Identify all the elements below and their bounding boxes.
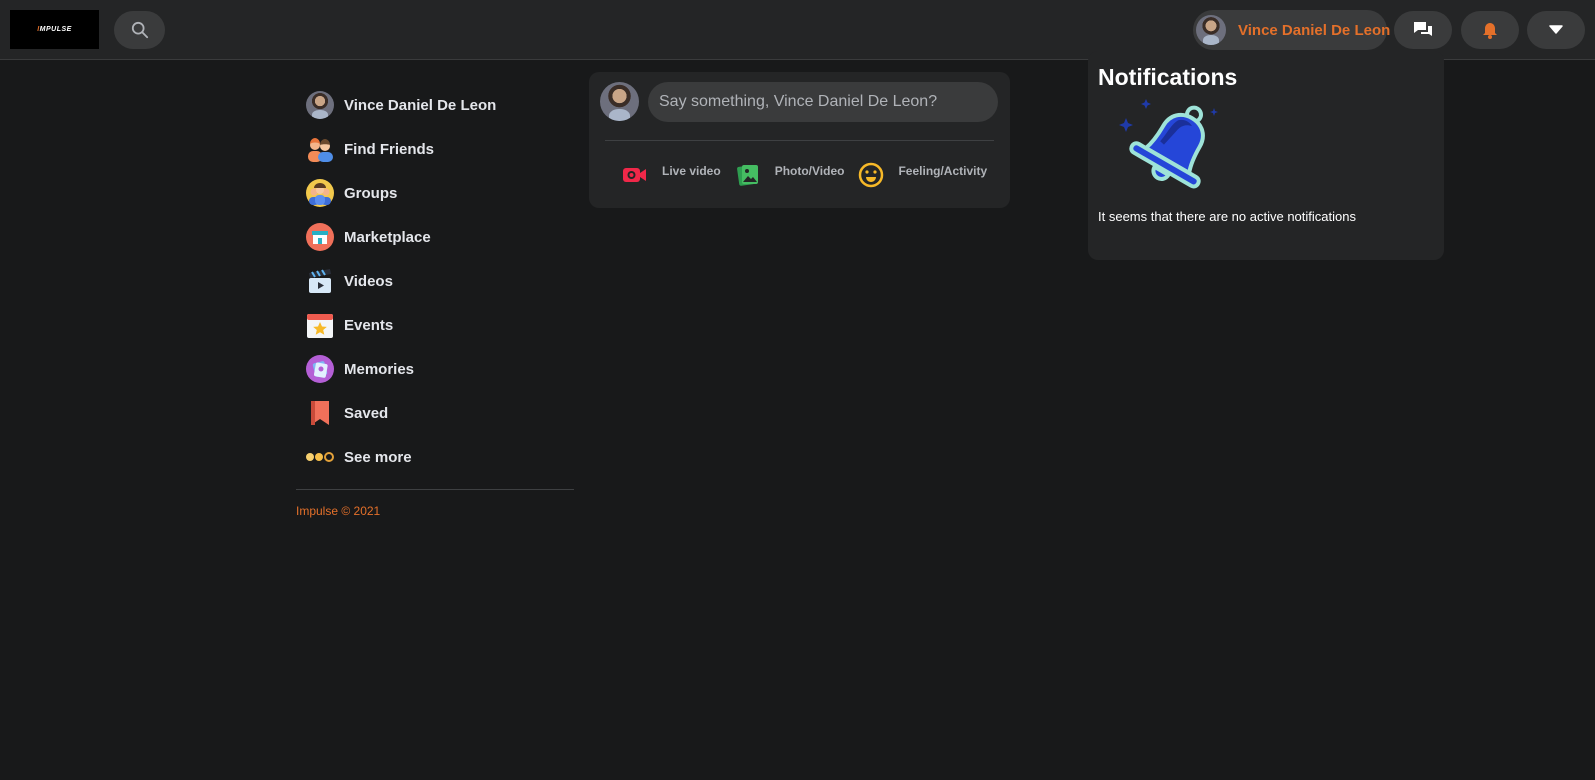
footer-copyright: Impulse © 2021 <box>296 504 381 518</box>
profile-button[interactable]: Vince Daniel De Leon <box>1193 10 1391 50</box>
sidebar-item-marketplace[interactable]: Marketplace <box>296 215 574 259</box>
smiley-icon <box>859 162 884 188</box>
live-video-icon <box>623 168 646 182</box>
sidebar-item-groups[interactable]: Groups <box>296 171 574 215</box>
groups-icon <box>306 179 334 207</box>
composer-divider <box>605 140 994 141</box>
photo-video-button[interactable]: Photo/Video <box>735 162 845 188</box>
sidebar-item-see-more[interactable]: See more <box>296 435 574 479</box>
account-menu-button[interactable] <box>1527 11 1585 49</box>
sidebar-item-label: Groups <box>344 184 398 202</box>
photo-icon <box>736 165 758 186</box>
sidebar-item-label: Memories <box>344 360 415 378</box>
sidebar-item-label: Videos <box>344 272 393 290</box>
caret-down-icon <box>1549 25 1563 34</box>
post-composer: Live video Photo/Video Feeling/Activity <box>589 72 1010 208</box>
sidebar-item-label: Saved <box>344 404 389 422</box>
sidebar-item-events[interactable]: Events <box>296 303 574 347</box>
sidebar-item-profile[interactable]: Vince Daniel De Leon <box>296 83 574 127</box>
profile-name: Vince Daniel De Leon <box>1238 21 1391 39</box>
sidebar-item-videos[interactable]: Videos <box>296 259 574 303</box>
notifications-panel: Notifications It seems that there are no… <box>1088 51 1444 260</box>
memories-icon <box>306 355 334 383</box>
post-input[interactable] <box>648 82 998 122</box>
friends-icon <box>308 138 333 162</box>
search-button[interactable] <box>114 11 165 49</box>
sidebar-item-memories[interactable]: Memories <box>296 347 574 391</box>
marketplace-icon <box>306 223 334 251</box>
notifications-title: Notifications <box>1098 64 1238 90</box>
avatar <box>600 82 639 121</box>
bell-illustration-icon <box>1119 99 1218 189</box>
notifications-empty-message: It seems that there are no active notifi… <box>1098 209 1356 224</box>
calendar-icon <box>307 314 333 338</box>
action-label: Live video <box>662 164 721 178</box>
live-video-button[interactable]: Live video <box>622 162 721 188</box>
sidebar-item-label: Vince Daniel De Leon <box>344 96 497 114</box>
avatar <box>1196 15 1226 45</box>
avatar <box>306 91 334 119</box>
action-label: Feeling/Activity <box>898 164 988 178</box>
bell-icon <box>1483 22 1497 39</box>
sidebar-item-saved[interactable]: Saved <box>296 391 574 435</box>
composer-actions: Live video Photo/Video Feeling/Activity <box>622 162 1001 188</box>
action-label: Photo/Video <box>774 164 845 178</box>
notifications-button[interactable] <box>1461 11 1519 49</box>
messages-button[interactable] <box>1394 11 1452 49</box>
chat-bubbles-icon <box>1414 22 1432 36</box>
sidebar-divider <box>296 489 574 490</box>
more-dots-icon <box>306 452 334 462</box>
impulse-logo[interactable]: IMPULSE <box>10 10 99 49</box>
bookmark-icon <box>311 401 329 425</box>
logo-text: IMPULSE <box>37 26 72 33</box>
clapperboard-icon <box>309 269 331 293</box>
sidebar-item-label: See more <box>344 448 412 466</box>
sidebar-item-find-friends[interactable]: Find Friends <box>296 127 574 171</box>
feeling-activity-button[interactable]: Feeling/Activity <box>858 162 987 188</box>
left-sidebar: Vince Daniel De Leon Find Friends Groups… <box>296 83 574 518</box>
sidebar-item-label: Marketplace <box>344 228 431 246</box>
sidebar-item-label: Events <box>344 316 394 334</box>
sidebar-item-label: Find Friends <box>344 140 434 158</box>
search-icon <box>131 21 148 39</box>
